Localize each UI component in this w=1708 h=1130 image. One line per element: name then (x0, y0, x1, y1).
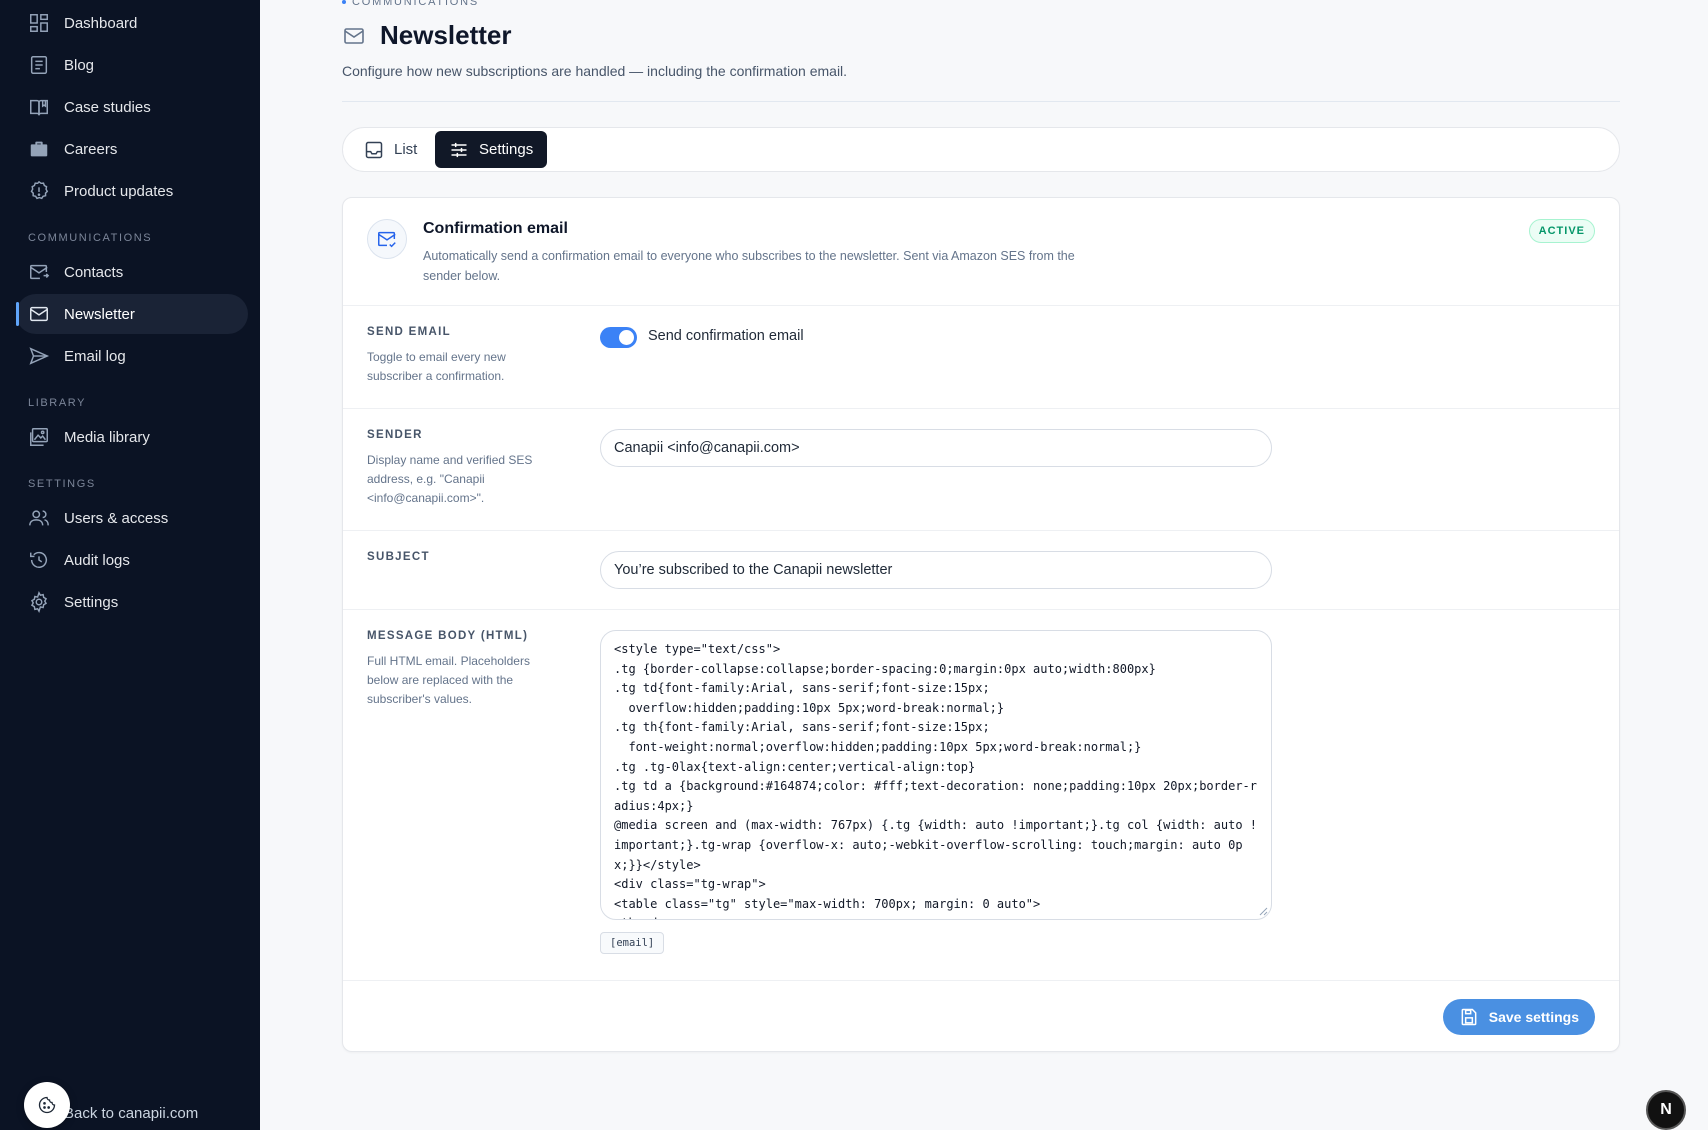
users-icon (28, 507, 50, 529)
sidebar-item-label: Users & access (64, 509, 169, 527)
sidebar-item-product-updates[interactable]: Product updates (16, 171, 248, 211)
sidebar-item-label: Settings (64, 593, 119, 611)
send-icon (28, 345, 50, 367)
sidebar-item-label: Newsletter (64, 305, 135, 323)
eyebrow-text: COMMUNICATIONS (352, 0, 480, 8)
book-icon (28, 96, 50, 118)
sidebar-item-label: Media library (64, 428, 150, 446)
cookie-icon (37, 1095, 57, 1115)
status-badge: ACTIVE (1528, 219, 1595, 243)
mail-icon (342, 24, 366, 48)
send-email-label: SEND EMAIL (367, 326, 451, 338)
sidebar: Dashboard Blog Case studies Careers Prod… (0, 0, 260, 1130)
sender-label: SENDER (367, 429, 423, 441)
save-settings-label: Save settings (1488, 1009, 1579, 1025)
contacts-mail-icon (28, 261, 50, 283)
save-icon (1459, 1007, 1479, 1027)
mail-icon (28, 303, 50, 325)
message-body-hint: Full HTML email. Placeholders below are … (367, 654, 530, 706)
card-header: Confirmation email Automatically send a … (343, 198, 1619, 306)
subject-row: SUBJECT You’re subscribed to the Canapii… (343, 531, 1619, 610)
sidebar-item-label: Dashboard (64, 14, 138, 32)
tab-bar: List Settings (342, 127, 1620, 172)
blog-icon (28, 54, 50, 76)
page-title: Newsletter (380, 20, 512, 50)
section-label-communications: COMMUNICATIONS (28, 232, 153, 244)
placeholder-chip-email[interactable]: [email] (600, 932, 665, 954)
image-icon (28, 426, 50, 448)
tab-label: Settings (479, 141, 534, 158)
back-to-site-link[interactable]: Back to canapii.com (64, 1105, 198, 1122)
gear-icon (28, 591, 50, 613)
sidebar-item-label: Audit logs (64, 551, 130, 569)
page-subtitle: Configure how new subscriptions are hand… (342, 63, 848, 79)
badge-icon (28, 180, 50, 202)
card-title: Confirmation email (423, 220, 568, 237)
message-body-code: <style type="text/css"> .tg {border-coll… (614, 642, 1257, 919)
message-body-textarea[interactable]: <style type="text/css"> .tg {border-coll… (600, 630, 1272, 920)
sidebar-item-email-log[interactable]: Email log (16, 336, 248, 376)
message-body-label: MESSAGE BODY (HTML) (367, 630, 529, 642)
resize-handle-icon[interactable] (1258, 906, 1268, 916)
send-email-toggle[interactable] (600, 327, 637, 348)
dashboard-icon (28, 12, 50, 34)
sidebar-item-settings[interactable]: Settings (16, 582, 248, 622)
sidebar-item-label: Case studies (64, 98, 151, 116)
confirmation-email-card: Confirmation email Automatically send a … (342, 197, 1620, 1052)
message-body-row: MESSAGE BODY (HTML) Full HTML email. Pla… (343, 610, 1619, 981)
sidebar-item-newsletter[interactable]: Newsletter (16, 294, 248, 334)
page-title-row: Newsletter (342, 20, 512, 51)
tab-list[interactable]: List (350, 131, 431, 168)
mail-check-icon (367, 219, 407, 259)
briefcase-icon (28, 138, 50, 160)
save-settings-button[interactable]: Save settings (1442, 999, 1595, 1035)
sidebar-item-label: Email log (64, 347, 126, 365)
sidebar-item-blog[interactable]: Blog (16, 45, 248, 85)
sidebar-item-careers[interactable]: Careers (16, 129, 248, 169)
subject-input[interactable]: You’re subscribed to the Canapii newslet… (600, 551, 1272, 589)
section-label-settings: SETTINGS (28, 478, 96, 490)
card-description: Automatically send a confirmation email … (423, 249, 1075, 283)
header-divider (342, 101, 1620, 102)
sender-row: SENDER Display name and verified SES add… (343, 409, 1619, 531)
inbox-icon (364, 140, 384, 160)
send-email-toggle-label[interactable]: Send confirmation email (648, 328, 804, 344)
sidebar-item-audit-logs[interactable]: Audit logs (16, 540, 248, 580)
sidebar-item-contacts[interactable]: Contacts (16, 252, 248, 292)
sidebar-item-label: Blog (64, 56, 95, 74)
sidebar-item-label: Contacts (64, 263, 124, 281)
send-email-hint: Toggle to email every new subscriber a c… (367, 350, 506, 383)
sidebar-item-media-library[interactable]: Media library (16, 417, 248, 457)
sender-hint: Display name and verified SES address, e… (367, 453, 533, 505)
sliders-icon (449, 140, 469, 160)
section-label-library: LIBRARY (28, 397, 87, 409)
send-email-row: SEND EMAIL Toggle to email every new sub… (343, 306, 1619, 409)
tab-settings[interactable]: Settings (435, 131, 548, 168)
sidebar-item-label: Product updates (64, 182, 174, 200)
sidebar-item-users-access[interactable]: Users & access (16, 498, 248, 538)
eyebrow: COMMUNICATIONS (342, 0, 479, 8)
tab-label: List (394, 141, 418, 158)
sidebar-item-dashboard[interactable]: Dashboard (16, 3, 248, 43)
subject-label: SUBJECT (367, 551, 430, 563)
main-content: COMMUNICATIONS Newsletter Configure how … (260, 0, 1708, 1130)
dev-tools-badge[interactable]: N (1646, 1090, 1686, 1130)
cookie-settings-button[interactable] (24, 1082, 70, 1128)
sidebar-item-label: Careers (64, 140, 118, 158)
sender-input[interactable]: Canapii <info@canapii.com> (600, 429, 1272, 467)
history-icon (28, 549, 50, 571)
sidebar-item-case-studies[interactable]: Case studies (16, 87, 248, 127)
